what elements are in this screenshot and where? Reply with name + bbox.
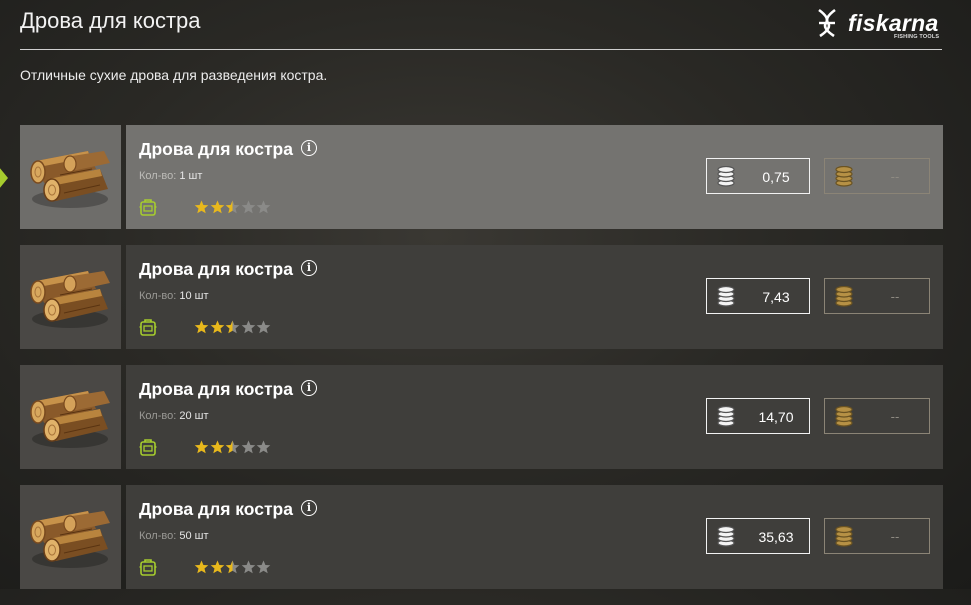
gold-price: -- xyxy=(890,169,900,184)
quantity: Кол-во: 10 шт xyxy=(139,290,209,302)
star-icon xyxy=(241,440,255,454)
silver-price: 7,43 xyxy=(762,289,790,305)
star-icon xyxy=(241,560,255,574)
star-icon xyxy=(256,560,271,574)
star-icon xyxy=(210,200,224,214)
gold-price: -- xyxy=(890,529,900,544)
star-icon xyxy=(210,440,224,454)
star-icon xyxy=(210,560,224,574)
fish-logo-icon xyxy=(818,8,836,38)
gold-price-button[interactable]: -- xyxy=(824,398,930,434)
backpack-icon xyxy=(139,318,157,336)
silver-coins-icon xyxy=(716,285,736,308)
gold-coins-icon xyxy=(834,525,854,548)
gold-price-button[interactable]: -- xyxy=(824,158,930,194)
star-icon xyxy=(194,440,209,454)
selection-marker xyxy=(0,167,8,189)
item-name: Дрова для костра xyxy=(139,139,293,159)
offer-panel[interactable]: Дрова для костра i Кол-во: 10 шт 7,43 -- xyxy=(126,245,943,349)
offer-panel[interactable]: Дрова для костра i Кол-во: 20 шт 14,70 -… xyxy=(126,365,943,469)
item-description: Отличные сухие дрова для разведения кост… xyxy=(20,67,328,83)
page-title: Дрова для костра xyxy=(20,8,201,33)
offer-panel[interactable]: Дрова для костра i Кол-во: 50 шт 35,63 -… xyxy=(126,485,943,589)
offer-row[interactable]: Дрова для костра i Кол-во: 1 шт 0,75 -- xyxy=(0,125,943,229)
quantity: Кол-во: 20 шт xyxy=(139,410,209,422)
item-name: Дрова для костра xyxy=(139,499,293,519)
silver-price-button[interactable]: 35,63 xyxy=(706,518,810,554)
star-icon xyxy=(225,200,240,214)
firewood-image xyxy=(20,125,121,229)
star-icon xyxy=(225,440,240,454)
quantity: Кол-во: 1 шт xyxy=(139,170,203,182)
gold-price: -- xyxy=(890,289,900,304)
logo-subtitle: FISHING TOOLS xyxy=(894,34,940,40)
silver-price: 35,63 xyxy=(758,529,794,545)
offer-row[interactable]: Дрова для костра i Кол-во: 20 шт 14,70 -… xyxy=(20,365,943,469)
firewood-image xyxy=(20,485,121,589)
info-icon[interactable]: i xyxy=(301,140,317,156)
firewood-image xyxy=(20,245,121,349)
offer-panel[interactable]: Дрова для костра i Кол-во: 1 шт 0,75 -- xyxy=(126,125,943,229)
silver-coins-icon xyxy=(716,525,736,548)
silver-price-button[interactable]: 0,75 xyxy=(706,158,810,194)
silver-price-button[interactable]: 14,70 xyxy=(706,398,810,434)
star-icon xyxy=(256,320,271,334)
item-name: Дрова для костра xyxy=(139,259,293,279)
backpack-icon xyxy=(139,558,157,576)
header-divider xyxy=(20,49,942,50)
star-icon xyxy=(241,320,255,334)
star-icon xyxy=(241,200,255,214)
star-icon xyxy=(225,320,240,334)
gold-coins-icon xyxy=(834,285,854,308)
silver-coins-icon xyxy=(716,405,736,428)
star-icon xyxy=(256,200,271,214)
firewood-image xyxy=(20,365,121,469)
star-icon xyxy=(194,560,209,574)
star-icon xyxy=(194,200,209,214)
info-icon[interactable]: i xyxy=(301,380,317,396)
gold-coins-icon xyxy=(834,405,854,428)
gold-price-button[interactable]: -- xyxy=(824,278,930,314)
logo-text: fiskarna xyxy=(848,10,939,36)
info-icon[interactable]: i xyxy=(301,260,317,276)
star-icon xyxy=(225,560,240,574)
backpack-icon xyxy=(139,438,157,456)
star-icon xyxy=(256,440,271,454)
backpack-icon xyxy=(139,198,157,216)
offer-row[interactable]: Дрова для костра i Кол-во: 50 шт 35,63 -… xyxy=(20,485,943,589)
silver-price-button[interactable]: 7,43 xyxy=(706,278,810,314)
silver-price: 0,75 xyxy=(762,169,790,185)
fiskarna-logo: fiskarna FISHING TOOLS xyxy=(816,8,946,44)
info-icon[interactable]: i xyxy=(301,500,317,516)
offer-list: Дрова для костра i Кол-во: 1 шт 0,75 -- … xyxy=(0,125,943,605)
quantity: Кол-во: 50 шт xyxy=(139,530,209,542)
silver-coins-icon xyxy=(716,165,736,188)
offer-row[interactable]: Дрова для костра i Кол-во: 10 шт 7,43 -- xyxy=(20,245,943,349)
gold-price-button[interactable]: -- xyxy=(824,518,930,554)
star-icon xyxy=(194,320,209,334)
silver-price: 14,70 xyxy=(758,409,794,425)
gold-coins-icon xyxy=(834,165,854,188)
star-icon xyxy=(210,320,224,334)
item-name: Дрова для костра xyxy=(139,379,293,399)
gold-price: -- xyxy=(890,409,900,424)
